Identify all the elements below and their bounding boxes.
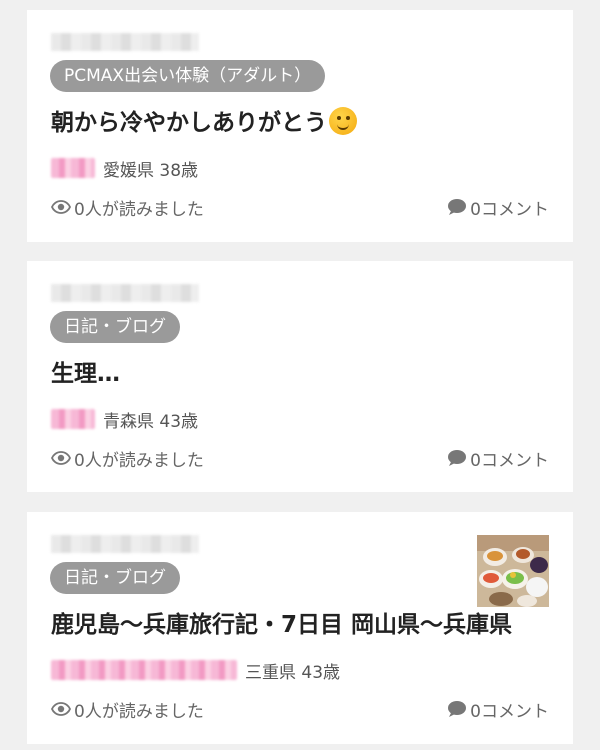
views-count: 0人が読みました <box>51 446 204 471</box>
post-title[interactable]: 生理… <box>51 358 120 390</box>
author-location-age: 愛媛県 38歳 <box>103 160 199 181</box>
speech-bubble-icon <box>447 700 467 718</box>
eye-icon <box>51 702 71 716</box>
author-location-age: 青森県 43歳 <box>103 411 199 432</box>
post-title[interactable]: 鹿児島〜兵庫旅行記・7日目 岡山県〜兵庫県 <box>51 609 512 641</box>
eye-icon <box>51 451 71 465</box>
views-count: 0人が読みました <box>51 697 204 722</box>
post-stats: 0人が読みました 0コメント <box>51 195 549 220</box>
eye-icon <box>51 200 71 214</box>
post-title[interactable]: 朝から冷やかしありがとう <box>51 107 357 139</box>
post-thumbnail[interactable] <box>477 535 549 607</box>
post-card[interactable]: 日記・ブログ 鹿児島〜兵庫旅行記・7日目 岡山県〜兵庫県 三重県 43歳 0人が… <box>27 512 573 744</box>
comments-count[interactable]: 0コメント <box>447 697 549 722</box>
author-row[interactable]: 青森県 43歳 <box>51 406 198 432</box>
category-tag[interactable]: PCMAX出会い体験（アダルト） <box>50 60 326 92</box>
comments-text[interactable]: 0コメント <box>470 446 549 471</box>
comments-text[interactable]: 0コメント <box>470 697 549 722</box>
author-row[interactable]: 三重県 43歳 <box>51 657 340 683</box>
post-title-text[interactable]: 朝から冷やかしありがとう <box>51 110 327 136</box>
post-date-blurred <box>51 33 199 51</box>
post-card[interactable]: 日記・ブログ 生理… 青森県 43歳 0人が読みました 0コメント <box>27 261 573 492</box>
views-count: 0人が読みました <box>51 195 204 220</box>
author-name-blurred[interactable] <box>51 660 237 680</box>
post-date-blurred <box>51 284 199 302</box>
author-location-age: 三重県 43歳 <box>245 662 341 683</box>
views-text: 0人が読みました <box>74 701 204 722</box>
category-tag[interactable]: 日記・ブログ <box>50 562 180 594</box>
post-stats: 0人が読みました 0コメント <box>51 697 549 722</box>
speech-bubble-icon <box>447 198 467 216</box>
author-name-blurred[interactable] <box>51 409 95 429</box>
author-row[interactable]: 愛媛県 38歳 <box>51 155 198 181</box>
post-date-blurred <box>51 535 199 553</box>
author-name-blurred[interactable] <box>51 158 95 178</box>
comments-count[interactable]: 0コメント <box>447 446 549 471</box>
views-text: 0人が読みました <box>74 450 204 471</box>
post-card[interactable]: PCMAX出会い体験（アダルト） 朝から冷やかしありがとう 愛媛県 38歳 0人… <box>27 10 573 242</box>
comments-count[interactable]: 0コメント <box>447 195 549 220</box>
speech-bubble-icon <box>447 449 467 467</box>
comments-text[interactable]: 0コメント <box>470 195 549 220</box>
post-stats: 0人が読みました 0コメント <box>51 446 549 471</box>
hugging-face-emoji-icon <box>329 107 357 135</box>
views-text: 0人が読みました <box>74 199 204 220</box>
category-tag[interactable]: 日記・ブログ <box>50 311 180 343</box>
